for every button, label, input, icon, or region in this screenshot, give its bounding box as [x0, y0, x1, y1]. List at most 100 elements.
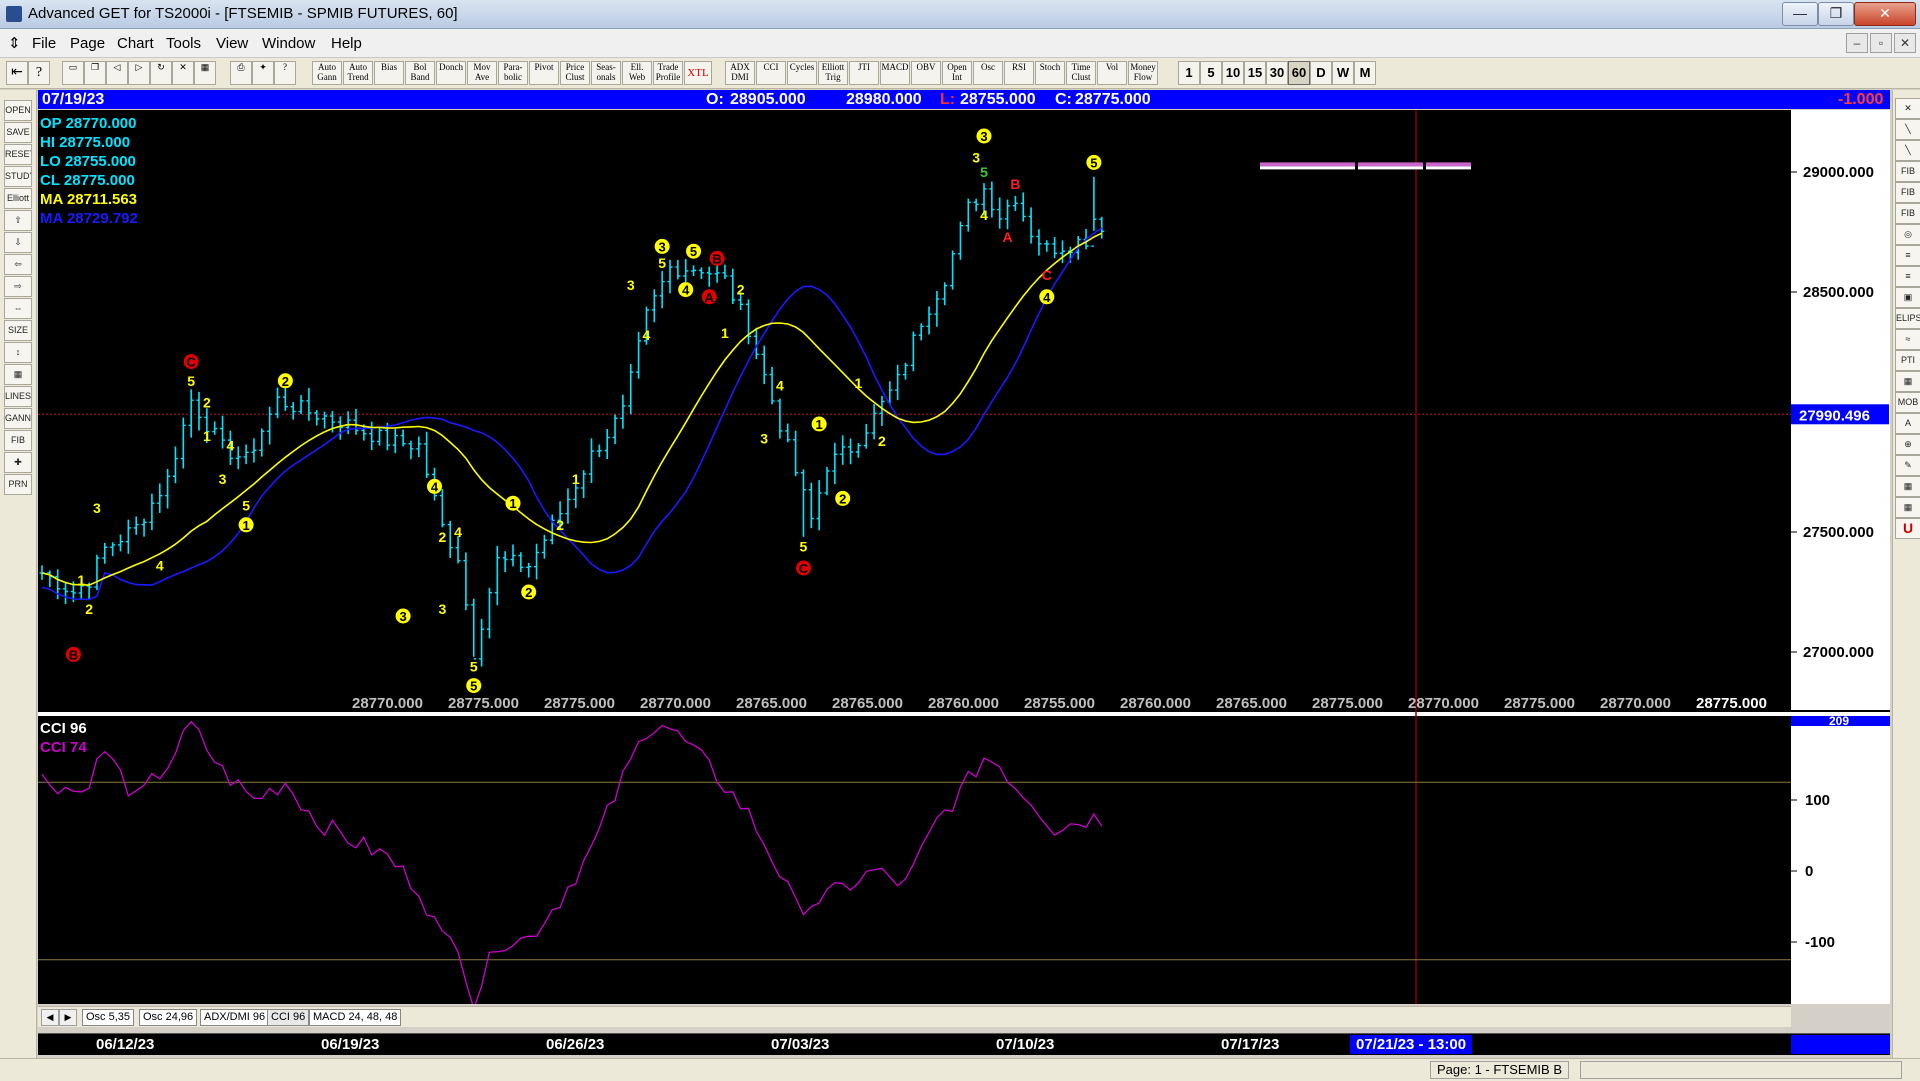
right-tool-15[interactable]: A: [1895, 413, 1920, 434]
right-tool-2[interactable]: ╲: [1895, 140, 1920, 161]
right-tool-9[interactable]: ▣: [1895, 287, 1920, 308]
copy-icon[interactable]: ❐: [84, 61, 106, 85]
study-button-para-bolic[interactable]: Para-bolic: [498, 61, 528, 85]
left-tool-8[interactable]: ⇨: [4, 276, 32, 297]
study-button-money-flow[interactable]: Money Flow: [1128, 61, 1158, 85]
timeframe-button-30[interactable]: 30: [1266, 61, 1288, 85]
close-button[interactable]: ✕: [1854, 2, 1916, 26]
right-tool-0[interactable]: ✕: [1895, 98, 1920, 119]
bulb-icon[interactable]: ✦: [252, 61, 274, 85]
mdi-close-button[interactable]: ✕: [1894, 33, 1916, 53]
mdi-restore-button[interactable]: ▫: [1870, 33, 1892, 53]
study-button-auto-gann[interactable]: Auto Gann: [312, 61, 342, 85]
right-tool-8[interactable]: ≡: [1895, 266, 1920, 287]
timeframe-button-60[interactable]: 60: [1288, 61, 1310, 85]
menu-tools[interactable]: Tools: [166, 35, 201, 52]
maximize-button[interactable]: ❐: [1818, 2, 1854, 26]
right-tool-10[interactable]: ELIPS: [1895, 308, 1920, 329]
study-button-auto-trend[interactable]: Auto Trend: [343, 61, 373, 85]
study-button-ell-web[interactable]: Ell. Web: [622, 61, 652, 85]
study-button-donch[interactable]: Donch: [436, 61, 466, 85]
left-tool-14[interactable]: GANN: [4, 408, 32, 429]
arrow-icon[interactable]: ⇤: [6, 61, 28, 85]
timeframe-button-15[interactable]: 15: [1244, 61, 1266, 85]
left-tool-7[interactable]: ⇦: [4, 254, 32, 275]
study-button-adx-dmi[interactable]: ADX DMI: [725, 61, 755, 85]
right-tool-4[interactable]: FIB EXT: [1895, 182, 1920, 203]
left-tool-16[interactable]: ✚: [4, 452, 32, 473]
study-button-price-clust[interactable]: Price Clust: [560, 61, 590, 85]
study-button-stoch[interactable]: Stoch: [1035, 61, 1065, 85]
tab-osc-24-96[interactable]: Osc 24,96: [139, 1009, 198, 1026]
mdi-minimize-button[interactable]: –: [1846, 33, 1868, 53]
timeframe-button-5[interactable]: 5: [1200, 61, 1222, 85]
study-button-osc[interactable]: Osc: [973, 61, 1003, 85]
tab-cci[interactable]: CCI 96: [267, 1009, 310, 1026]
left-tool-4[interactable]: Elliott: [4, 188, 32, 209]
tab-macd[interactable]: MACD 24, 48, 48: [309, 1009, 402, 1026]
help-pointer-icon[interactable]: ?: [28, 61, 50, 85]
right-tool-16[interactable]: ⊕: [1895, 434, 1920, 455]
study-button-time-clust[interactable]: Time Clust: [1066, 61, 1096, 85]
study-button-mov-ave[interactable]: Mov Ave: [467, 61, 497, 85]
study-button-bias[interactable]: Bias: [374, 61, 404, 85]
menu-page[interactable]: Page: [70, 35, 105, 52]
left-tool-1[interactable]: SAVE: [4, 122, 32, 143]
timeframe-button-d[interactable]: D: [1310, 61, 1332, 85]
study-button-elliott-trig[interactable]: Elliott Trig: [818, 61, 848, 85]
grid-icon[interactable]: ▦: [194, 61, 216, 85]
left-tool-0[interactable]: OPEN: [4, 100, 32, 121]
study-button-pivot[interactable]: Pivot: [529, 61, 559, 85]
left-tool-12[interactable]: ▦: [4, 364, 32, 385]
study-button-vol[interactable]: Vol: [1097, 61, 1127, 85]
left-tool-5[interactable]: ⇧: [4, 210, 32, 231]
right-tool-14[interactable]: MOB: [1895, 392, 1920, 413]
study-button-jti[interactable]: JTI: [849, 61, 879, 85]
right-tool-11[interactable]: ≈: [1895, 329, 1920, 350]
tab-adx-dmi[interactable]: ADX/DMI 96: [200, 1009, 270, 1026]
forward-icon[interactable]: ▷: [128, 61, 150, 85]
left-tool-17[interactable]: PRN: [4, 474, 32, 495]
left-tool-10[interactable]: SIZE: [4, 320, 32, 341]
right-tool-18[interactable]: ▦: [1895, 476, 1920, 497]
menu-view[interactable]: View: [216, 35, 248, 52]
left-tool-13[interactable]: LINES: [4, 386, 32, 407]
right-tool-19[interactable]: ▦: [1895, 497, 1920, 518]
timeframe-button-10[interactable]: 10: [1222, 61, 1244, 85]
right-tool-12[interactable]: PTI: [1895, 350, 1920, 371]
print-icon[interactable]: ⎙: [230, 61, 252, 85]
delete-icon[interactable]: ✕: [172, 61, 194, 85]
right-tool-1[interactable]: ╲: [1895, 119, 1920, 140]
right-tool-3[interactable]: FIB RET: [1895, 161, 1920, 182]
right-tool-5[interactable]: FIB TIME: [1895, 203, 1920, 224]
study-button-cycles[interactable]: Cycles: [787, 61, 817, 85]
context-help-icon[interactable]: ?: [274, 61, 296, 85]
tab-scroll-left-icon[interactable]: ◀: [41, 1009, 59, 1026]
document-icon[interactable]: ⇕: [8, 34, 21, 52]
study-button-trade-profile[interactable]: Trade Profile: [653, 61, 683, 85]
timeframe-button-w[interactable]: W: [1332, 61, 1354, 85]
tab-scroll-right-icon[interactable]: ▶: [59, 1009, 77, 1026]
left-tool-3[interactable]: STUDY: [4, 166, 32, 187]
study-button-bol-band[interactable]: Bol Band: [405, 61, 435, 85]
right-tool-6[interactable]: ◎: [1895, 224, 1920, 245]
study-button-xtl[interactable]: XTL: [684, 61, 712, 85]
refresh-icon[interactable]: ↻: [150, 61, 172, 85]
menu-window[interactable]: Window: [262, 35, 315, 52]
minimize-button[interactable]: —: [1782, 2, 1818, 26]
right-tool-13[interactable]: ▦: [1895, 371, 1920, 392]
left-tool-2[interactable]: RESET: [4, 144, 32, 165]
back-icon[interactable]: ◁: [106, 61, 128, 85]
study-button-rsi[interactable]: RSI: [1004, 61, 1034, 85]
new-page-icon[interactable]: ▭: [62, 61, 84, 85]
study-button-seas-onals[interactable]: Seas-onals: [591, 61, 621, 85]
left-tool-9[interactable]: ⇔: [4, 298, 32, 319]
tab-osc-5-35[interactable]: Osc 5,35: [82, 1009, 135, 1026]
timeframe-button-1[interactable]: 1: [1178, 61, 1200, 85]
right-tool-7[interactable]: ≡: [1895, 245, 1920, 266]
study-button-cci[interactable]: CCI: [756, 61, 786, 85]
menu-help[interactable]: Help: [331, 35, 362, 52]
study-button-obv[interactable]: OBV: [911, 61, 941, 85]
left-tool-6[interactable]: ⇩: [4, 232, 32, 253]
price-chart[interactable]: 29000.000 28500.000 27500.000 27000.000 2799…: [38, 110, 1890, 1004]
